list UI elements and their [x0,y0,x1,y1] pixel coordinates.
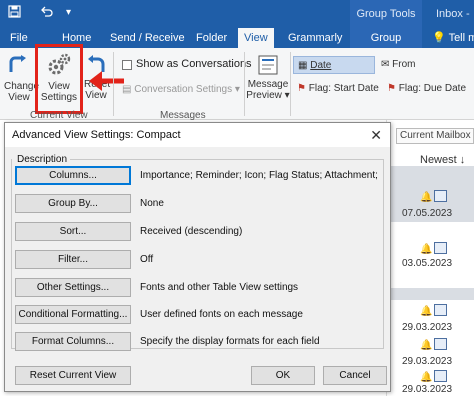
conversation-settings-button[interactable]: ▤ Conversation Settings ▾ [122,84,240,95]
chevron-down-icon: ▾ [234,84,240,95]
quick-access-dropdown-icon[interactable]: ▾ [66,7,71,18]
arrange-from-label: From [392,59,416,70]
change-view-button[interactable]: Change View [4,54,40,103]
calendar-icon [434,242,447,254]
ribbon-divider [244,52,245,116]
conversation-settings-icon: ▤ [122,84,132,95]
sort-order-toggle[interactable]: Newest ↓ [420,154,465,166]
change-view-label-2: View [8,92,30,103]
arrange-date-label: Date [310,60,332,71]
messages-group-label: Messages [160,110,206,121]
ok-button[interactable]: OK [251,366,315,385]
description-label: Description [17,154,68,165]
arrange-flag-due-label: Flag: Due Date [398,83,467,94]
tab-group[interactable]: Group [350,28,422,48]
conditional-formatting-value: User defined fonts on each message [140,309,303,320]
mail-date: 29.03.2023 [402,322,453,333]
tell-me-label: Tell me [448,32,474,44]
calendar-icon [434,190,447,202]
columns-button[interactable]: Columns... [15,166,131,185]
mail-date: 07.05.2023 [402,208,453,219]
group-tools-label: Group Tools [350,0,422,28]
calendar-icon [434,370,447,382]
dialog-title: Advanced View Settings: Compact [5,123,390,147]
tab-grammarly[interactable]: Grammarly [288,28,342,48]
message-preview-label-2-text: Preview [246,90,282,101]
tab-file[interactable]: File [10,28,28,48]
reminder-bell-icon: 🔔 [420,340,433,351]
arrange-flag-due[interactable]: ⚑ Flag: Due Date [387,80,473,98]
reminder-bell-icon: 🔔 [420,192,433,203]
format-columns-value: Specify the display formats for each fie… [140,336,320,347]
group-by-value: None [140,198,164,209]
other-settings-value: Fonts and other Table View settings [140,282,299,293]
format-columns-button[interactable]: Format Columns... [15,332,131,351]
advanced-view-settings-dialog: Advanced View Settings: Compact ✕ Descri… [4,122,391,392]
flag-icon: ⚑ [387,83,396,94]
envelope-icon: ✉ [381,59,390,70]
other-settings-button[interactable]: Other Settings... [15,278,131,297]
tell-me-box[interactable]: 💡 Tell me [432,28,474,48]
mail-date: 29.03.2023 [402,384,453,395]
title-bar: ▾ Group Tools Inbox - [0,0,474,28]
tab-send-receive[interactable]: Send / Receive [110,28,185,48]
lightbulb-icon: 💡 [432,32,446,44]
close-icon[interactable]: ✕ [370,127,382,144]
reminder-bell-icon: 🔔 [420,372,433,383]
ribbon-divider [290,52,291,116]
ribbon-divider [113,52,114,116]
red-arrow-icon [89,71,124,91]
mail-date: 29.03.2023 [402,356,453,367]
tab-view[interactable]: View [238,28,274,48]
reminder-bell-icon: 🔔 [420,244,433,255]
calendar-icon [434,338,447,350]
sort-button[interactable]: Sort... [15,222,131,241]
mail-date: 03.05.2023 [402,258,453,269]
tab-folder[interactable]: Folder [196,28,227,48]
window-title: Inbox - [436,8,470,20]
message-preview-label-1: Message [247,79,289,90]
change-view-icon [9,55,26,72]
groupbox-top-border [70,159,384,160]
show-conversations-checkbox[interactable] [122,60,132,70]
filter-value: Off [140,254,154,265]
highlight-box [35,44,83,114]
sort-down-arrow-icon: ↓ [459,154,466,166]
reminder-bell-icon: 🔔 [420,306,433,317]
conditional-formatting-button[interactable]: Conditional Formatting... [15,305,131,324]
cancel-button[interactable]: Cancel [323,366,387,385]
message-preview-icon [258,55,278,75]
reset-current-view-button[interactable]: Reset Current View [15,366,131,385]
calendar-icon: ▦ [298,60,308,71]
arrange-from[interactable]: ✉ From [381,56,461,74]
arrange-date[interactable]: ▦ Date [293,56,375,74]
undo-icon[interactable] [40,5,53,21]
calendar-icon [434,304,447,316]
flag-icon: ⚑ [297,83,306,94]
current-view-group-label: Current View [30,110,88,121]
change-view-label-1: Change [4,81,40,92]
group-by-button[interactable]: Group By... [15,194,131,213]
sort-value: Received (descending) [140,226,243,237]
current-mailbox-search[interactable]: Current Mailbox [396,128,474,144]
show-as-conversations-label: Show as Conversations [136,58,252,70]
arrange-flag-start[interactable]: ⚑ Flag: Start Date [293,80,383,98]
list-group-divider [386,288,474,300]
conversation-settings-label: Conversation Settings [134,84,233,95]
message-preview-button[interactable]: Message Preview ▾ [246,54,290,101]
arrange-flag-start-label: Flag: Start Date [308,83,379,94]
columns-value: Importance; Reminder; Icon; Flag Status;… [140,170,380,181]
message-preview-label-2: Preview ▾ [246,90,290,101]
newest-label: Newest [420,154,457,166]
save-icon[interactable] [8,5,21,21]
filter-button[interactable]: Filter... [15,250,131,269]
